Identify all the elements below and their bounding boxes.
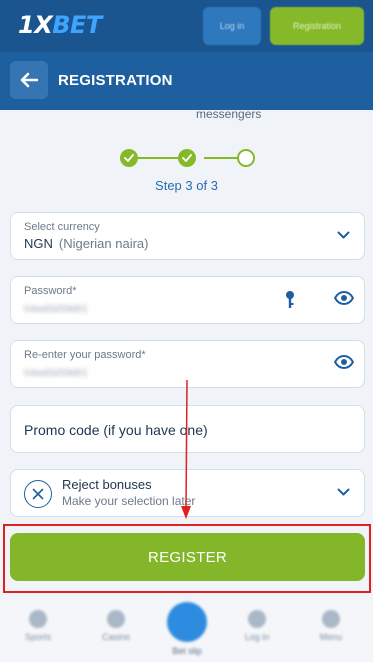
currency-name: (Nigerian naira) [58,236,149,251]
chevron-down-icon [337,488,350,497]
bonus-title: Reject bonuses [62,477,152,492]
nav-item-sports[interactable]: Sports [8,610,68,642]
bet-slip-icon[interactable] [167,602,207,642]
top-bar: 1XBET Log in Registration [0,0,373,52]
logo-prefix: 1X [18,11,53,39]
nav-label: Bet slip [172,646,202,656]
registration-button[interactable]: Registration [270,7,364,45]
page-title: REGISTRATION [58,72,173,89]
currency-code: NGN [24,236,53,251]
currency-select[interactable]: Select currency NGN (Nigerian naira) [10,212,365,260]
back-button[interactable] [10,61,48,99]
nav-item-casino[interactable]: Casino [86,610,146,642]
password-confirm-label: Re-enter your password* [24,349,146,361]
user-icon [248,610,266,628]
promo-code-input[interactable]: Promo code (if you have one) [10,405,365,453]
bonus-subtitle: Make your selection later [62,494,196,508]
logo[interactable]: 1XBET [18,11,102,39]
password-label: Password* [24,285,77,297]
nav-item-login[interactable]: Log in [227,610,287,642]
stepper [120,149,256,169]
check-icon [124,154,134,162]
password-value: h4wd3dS9d01 [24,304,88,315]
trophy-icon [29,610,47,628]
nav-label: Menu [319,632,343,642]
promo-code-placeholder: Promo code (if you have one) [24,422,208,438]
nav-label: Casino [101,632,130,642]
currency-value: NGN (Nigerian naira) [24,236,148,251]
menu-icon [322,610,340,628]
currency-label: Select currency [24,221,100,233]
logo-suffix: BET [52,11,102,39]
eye-icon[interactable] [334,291,354,305]
arrow-left-icon [20,72,38,88]
step-2-done [178,149,196,167]
registration-header: REGISTRATION [0,52,373,110]
nav-label: Log in [244,632,270,642]
key-icon[interactable] [285,290,295,310]
bottom-nav: Sports Casino Bet slip Log in Menu [0,600,373,662]
password-confirm-field[interactable]: Re-enter your password* h4wd3dS9d01 [10,340,365,388]
password-field[interactable]: Password* h4wd3dS9d01 [10,276,365,324]
check-icon [182,154,192,162]
password-confirm-value: h4wd3dS9d01 [24,368,88,379]
nav-item-menu[interactable]: Menu [301,610,361,642]
casino-icon [107,610,125,628]
step-indicator-text: Step 3 of 3 [155,178,218,193]
messengers-text: messengers [196,107,262,121]
step-3-current [237,149,255,167]
chevron-down-icon [337,231,350,240]
close-circle-icon [24,480,52,508]
nav-label: Sports [24,632,51,642]
eye-icon[interactable] [334,355,354,369]
register-button[interactable]: REGISTER [10,533,365,581]
bonus-select[interactable]: Reject bonuses Make your selection later [10,469,365,517]
login-button[interactable]: Log in [203,7,261,45]
step-1-done [120,149,138,167]
